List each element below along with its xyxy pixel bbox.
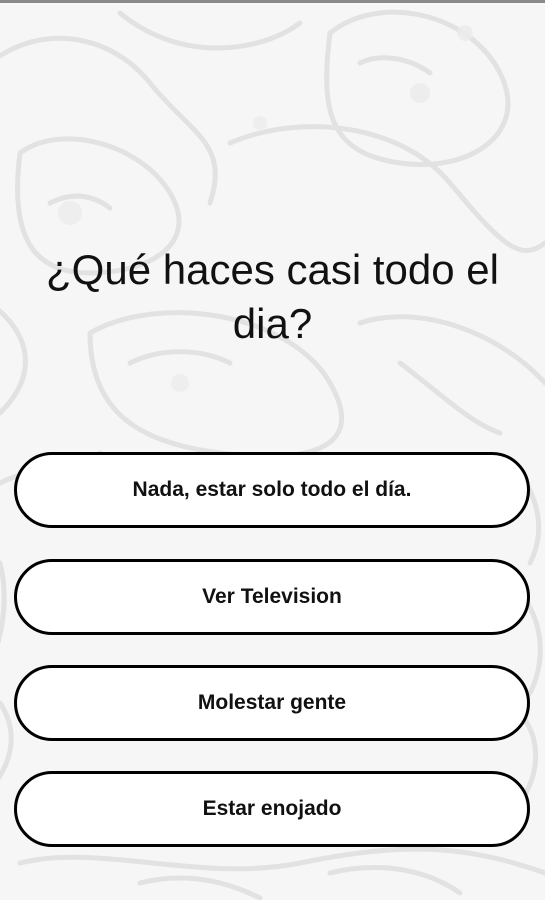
question-title: ¿Qué haces casi todo el dia? bbox=[46, 246, 499, 347]
answer-button-1[interactable]: Nada, estar solo todo el día. bbox=[14, 452, 530, 528]
answer-button-3[interactable]: Molestar gente bbox=[14, 665, 530, 741]
answer-button-2[interactable]: Ver Television bbox=[14, 559, 530, 635]
answer-button-4[interactable]: Estar enojado bbox=[14, 771, 530, 847]
